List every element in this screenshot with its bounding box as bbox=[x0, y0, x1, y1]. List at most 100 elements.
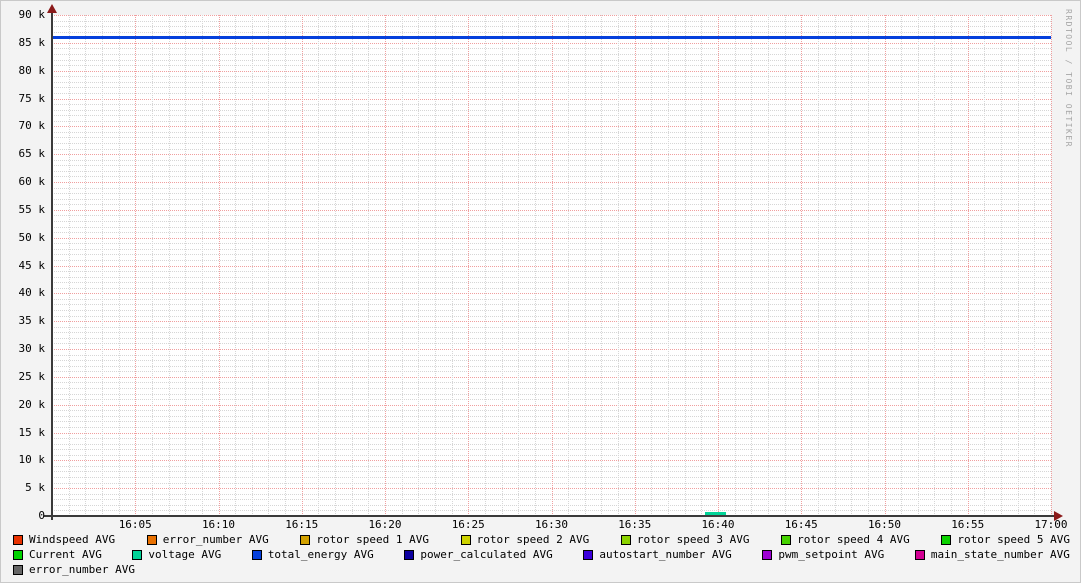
rrdtool-graph: RRDTOOL / TOBI OETIKER Windspeed AVG erro… bbox=[0, 0, 1081, 583]
major-vgrid bbox=[135, 15, 137, 516]
minor-vgrid bbox=[335, 15, 337, 516]
legend-item-windspeed-avg: Windspeed AVG bbox=[13, 533, 115, 546]
minor-vgrid bbox=[867, 15, 869, 516]
minor-vgrid bbox=[518, 15, 520, 516]
legend-item-voltage-avg: voltage AVG bbox=[132, 548, 221, 561]
x-tick-label: 16:45 bbox=[784, 518, 818, 531]
legend-swatch-icon bbox=[13, 564, 23, 575]
minor-vgrid bbox=[601, 15, 603, 516]
minor-vgrid bbox=[984, 15, 986, 516]
x-axis bbox=[44, 515, 1056, 517]
x-tick-label: 16:30 bbox=[534, 518, 569, 531]
legend-item-pwm-setpoint-avg: pwm_setpoint AVG bbox=[762, 548, 884, 561]
minor-vgrid bbox=[784, 15, 786, 516]
y-axis bbox=[51, 10, 53, 520]
legend-swatch-icon bbox=[620, 534, 631, 545]
legend-swatch-icon bbox=[13, 534, 23, 545]
x-tick-label: 16:40 bbox=[701, 518, 735, 531]
y-tick-label: 50 k bbox=[18, 230, 46, 244]
legend-item-error-number-avg: error_number AVG bbox=[13, 563, 135, 576]
legend-swatch-icon bbox=[251, 549, 262, 560]
legend-label: rotor speed 1 AVG bbox=[316, 533, 429, 546]
legend-swatch-icon bbox=[146, 534, 157, 545]
legend-swatch-icon bbox=[132, 549, 143, 560]
legend-swatch-icon bbox=[404, 549, 415, 560]
minor-vgrid bbox=[118, 15, 120, 516]
minor-vgrid bbox=[734, 15, 736, 516]
minor-vgrid bbox=[584, 15, 586, 516]
y-tick-label: 5 k bbox=[25, 481, 45, 495]
y-tick-label: 10 k bbox=[18, 453, 46, 467]
minor-vgrid bbox=[618, 15, 620, 516]
minor-vgrid bbox=[951, 15, 953, 516]
legend-item-rotor-speed-1-avg: rotor speed 1 AVG bbox=[300, 533, 429, 546]
minor-vgrid bbox=[534, 15, 536, 516]
minor-vgrid bbox=[1001, 15, 1003, 516]
legend-swatch-icon bbox=[781, 534, 792, 545]
series-total-energy-avg bbox=[52, 35, 1051, 39]
legend-swatch-icon bbox=[583, 549, 594, 560]
y-tick-label: 35 k bbox=[18, 314, 46, 328]
legend: Windspeed AVG error_number AVG rotor speed… bbox=[13, 532, 1070, 577]
legend-label: error_number AVG bbox=[162, 533, 269, 546]
y-tick-label: 30 k bbox=[18, 342, 46, 355]
legend-item-rotor-speed-5-avg: rotor speed 5 AVG bbox=[941, 533, 1070, 546]
minor-vgrid bbox=[101, 15, 103, 516]
legend-label: total_energy AVG bbox=[267, 548, 374, 561]
legend-label: pwm_setpoint AVG bbox=[778, 548, 885, 561]
legend-label: main_state_number AVG bbox=[930, 548, 1070, 561]
legend-label: Current AVG bbox=[29, 548, 102, 561]
x-tick-label: 16:50 bbox=[867, 518, 902, 531]
minor-vgrid bbox=[318, 15, 320, 516]
major-vgrid bbox=[801, 15, 803, 516]
legend-row: Windspeed AVG error_number AVG rotor speed… bbox=[13, 532, 1070, 547]
minor-vgrid bbox=[917, 15, 919, 516]
minor-vgrid bbox=[68, 15, 70, 516]
minor-vgrid bbox=[201, 15, 203, 516]
minor-vgrid bbox=[501, 15, 503, 516]
y-tick-label: 15 k bbox=[18, 425, 46, 439]
legend-swatch-icon bbox=[460, 534, 471, 545]
legend-label: voltage AVG bbox=[148, 548, 222, 561]
y-tick-label: 55 k bbox=[18, 202, 46, 216]
minor-vgrid bbox=[368, 15, 370, 516]
minor-vgrid bbox=[85, 15, 87, 516]
minor-vgrid bbox=[251, 15, 253, 516]
legend-row: Current AVG voltage AVG total_energy AVG po… bbox=[13, 547, 1070, 562]
y-axis-arrow-icon bbox=[47, 4, 57, 13]
minor-vgrid bbox=[268, 15, 270, 516]
major-vgrid bbox=[551, 15, 553, 516]
minor-vgrid bbox=[1034, 15, 1036, 516]
legend-label: rotor speed 3 AVG bbox=[636, 533, 750, 546]
y-tick-label: 65 k bbox=[18, 147, 46, 161]
minor-vgrid bbox=[434, 15, 436, 516]
y-tick-label: 60 k bbox=[18, 175, 46, 188]
minor-vgrid bbox=[1017, 15, 1019, 516]
y-tick-label: 45 k bbox=[18, 258, 46, 272]
minor-vgrid bbox=[451, 15, 453, 516]
legend-label: rotor speed 5 AVG bbox=[957, 533, 1070, 546]
x-tick-label: 16:05 bbox=[118, 518, 152, 531]
minor-vgrid bbox=[851, 15, 853, 516]
legend-label: rotor speed 4 AVG bbox=[797, 533, 910, 546]
legend-item-rotor-speed-4-avg: rotor speed 4 AVG bbox=[781, 533, 910, 546]
minor-vgrid bbox=[351, 15, 353, 516]
minor-vgrid bbox=[767, 15, 769, 516]
x-tick-label: 16:10 bbox=[201, 518, 236, 531]
minor-vgrid bbox=[151, 15, 153, 516]
minor-vgrid bbox=[684, 15, 686, 516]
watermark: RRDTOOL / TOBI OETIKER bbox=[1064, 9, 1073, 148]
y-tick-label: 70 k bbox=[18, 119, 46, 133]
major-vgrid bbox=[385, 15, 386, 516]
x-tick-label: 17:00 bbox=[1034, 518, 1068, 531]
major-vgrid bbox=[301, 15, 303, 516]
y-tick-label: 25 k bbox=[18, 369, 46, 383]
major-vgrid bbox=[884, 15, 886, 516]
y-tick-label: 75 k bbox=[18, 91, 46, 105]
minor-vgrid bbox=[168, 15, 170, 516]
legend-swatch-icon bbox=[300, 534, 311, 545]
minor-vgrid bbox=[834, 15, 836, 516]
major-vgrid bbox=[1051, 15, 1052, 516]
minor-vgrid bbox=[568, 15, 570, 516]
minor-vgrid bbox=[934, 15, 936, 516]
